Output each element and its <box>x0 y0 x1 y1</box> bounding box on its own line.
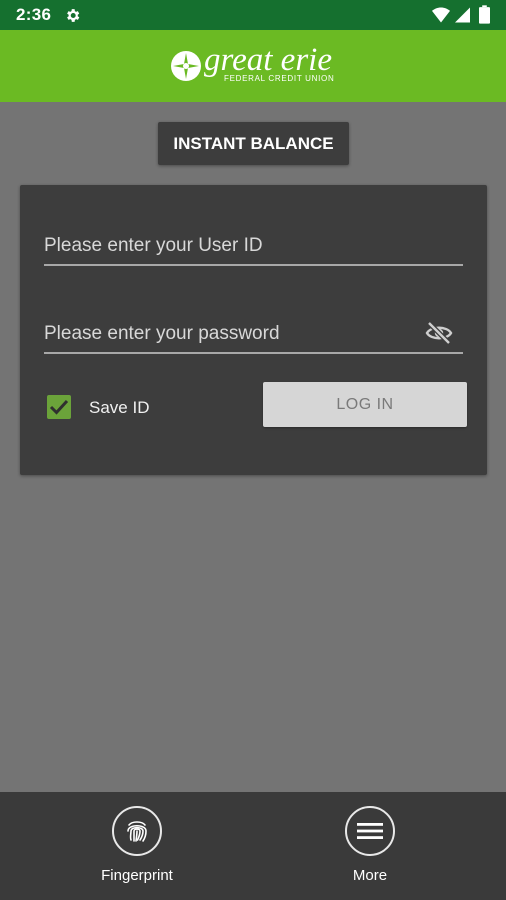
save-id-label: Save ID <box>89 398 150 417</box>
fingerprint-label: Fingerprint <box>101 867 173 884</box>
login-button[interactable]: LOG IN <box>263 382 467 427</box>
save-id-toggle[interactable]: Save ID <box>47 395 187 421</box>
instant-balance-button[interactable]: INSTANT BALANCE <box>158 122 349 165</box>
status-time: 2:36 <box>16 5 52 24</box>
signal-icon <box>455 7 470 23</box>
battery-icon <box>479 5 490 24</box>
fingerprint-circle[interactable] <box>112 806 162 856</box>
more-circle[interactable] <box>345 806 395 856</box>
brand-subtitle: FEDERAL CREDIT UNION <box>224 74 335 83</box>
status-bar: 2:36 <box>0 0 506 30</box>
save-id-checkbox[interactable] <box>47 395 71 419</box>
fingerprint-button[interactable]: Fingerprint <box>77 806 197 886</box>
gear-icon <box>67 9 80 22</box>
menu-icon <box>357 823 383 839</box>
password-input[interactable] <box>44 320 424 348</box>
login-card: Save ID LOG IN <box>20 185 487 475</box>
more-label: More <box>352 867 388 884</box>
eye-off-icon[interactable] <box>425 320 453 346</box>
fingerprint-icon <box>127 821 147 842</box>
userid-field <box>44 226 463 266</box>
app-header: great erie FEDERAL CREDIT UNION <box>0 30 506 102</box>
compass-logo-icon <box>171 51 201 81</box>
more-button[interactable]: More <box>310 806 430 886</box>
userid-input[interactable] <box>44 232 424 260</box>
wifi-icon <box>432 7 450 23</box>
brand-logo: great erie FEDERAL CREDIT UNION <box>170 42 340 90</box>
password-field <box>44 314 463 354</box>
checkmark-icon <box>49 399 69 415</box>
bottom-nav: Fingerprint More <box>0 792 506 900</box>
